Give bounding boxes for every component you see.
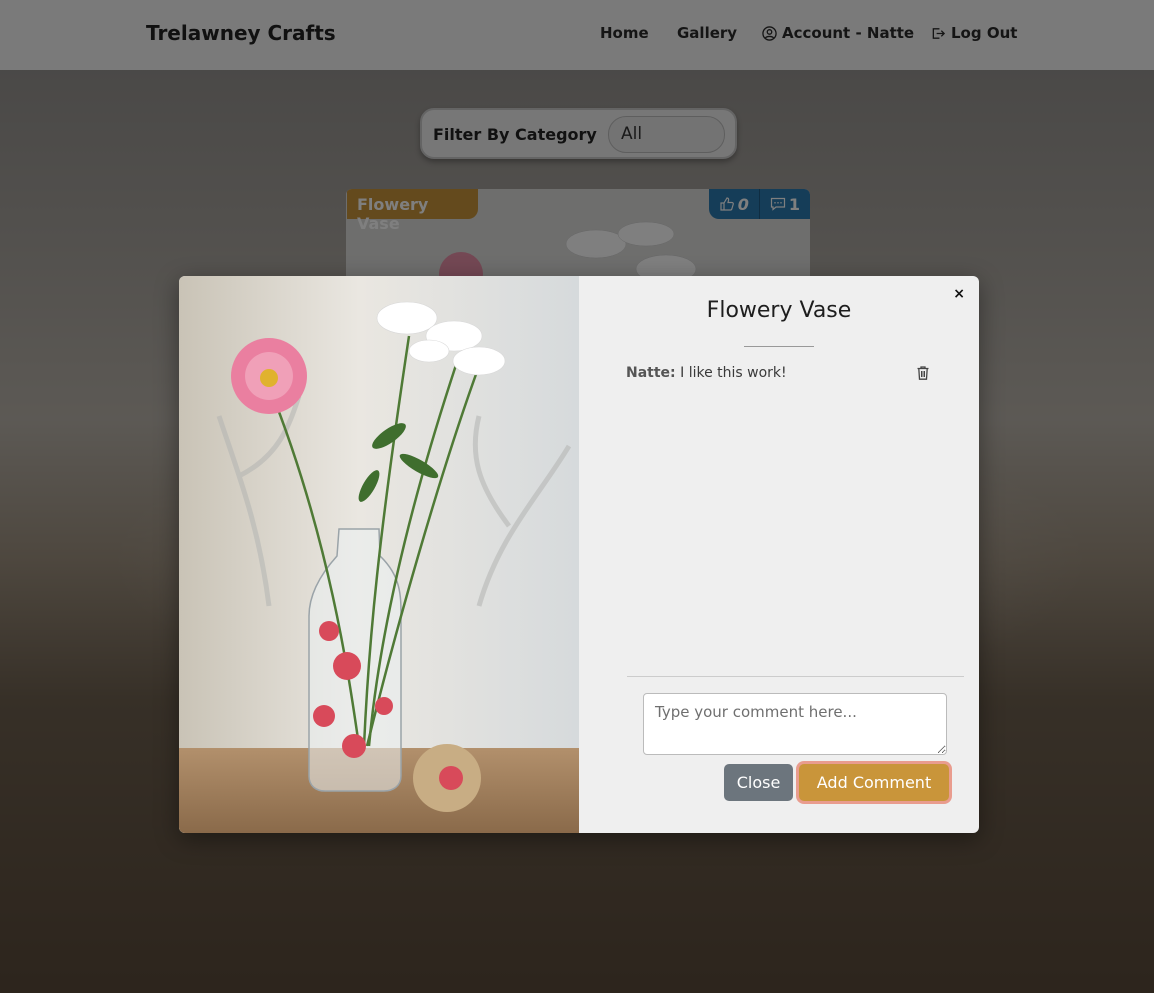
comment-input[interactable] — [643, 693, 947, 755]
add-comment-button[interactable]: Add Comment — [799, 764, 949, 801]
title-divider — [744, 346, 814, 347]
comment-author: Natte: — [626, 365, 676, 381]
comment-item: Natte: I like this work! — [626, 365, 936, 381]
close-button[interactable]: Close — [724, 764, 793, 801]
trash-icon[interactable] — [915, 365, 931, 381]
artwork-photo — [179, 276, 579, 833]
comments-divider — [627, 676, 964, 677]
artwork-modal: × Flowery Vase Natte: I like this work! … — [179, 276, 979, 833]
comment-text: I like this work! — [680, 365, 787, 381]
modal-title: Flowery Vase — [706, 298, 852, 323]
